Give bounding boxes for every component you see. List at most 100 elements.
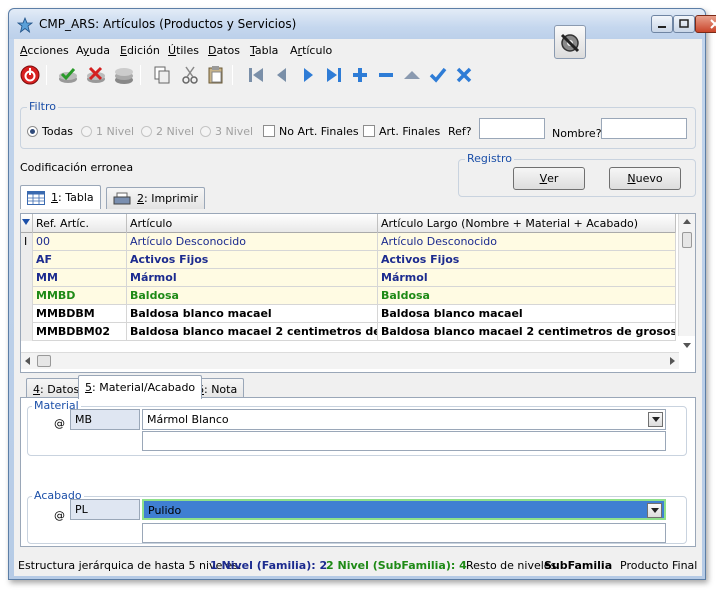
post-record-button[interactable] [426, 63, 450, 87]
menu-datos[interactable]: Datos [208, 44, 240, 57]
cell-articulo-largo[interactable]: Activos Fijos [378, 251, 676, 269]
table-row[interactable]: I 00 Artículo Desconocido Artículo Desconoc… [21, 233, 676, 251]
last-icon [327, 68, 341, 82]
row-marker[interactable]: I [21, 233, 33, 251]
cell-articulo[interactable]: Baldosa [127, 287, 378, 305]
cell-ref[interactable]: 00 [33, 233, 127, 251]
cell-articulo[interactable]: Artículo Desconocido [127, 233, 378, 251]
menu-tabla[interactable]: Tabla [250, 44, 278, 57]
nombre-input[interactable] [601, 118, 687, 139]
table-row[interactable]: MMBD Baldosa Baldosa [21, 287, 676, 305]
acabado-code-field[interactable]: PL [70, 499, 140, 520]
table-row[interactable]: AF Activos Fijos Activos Fijos [21, 251, 676, 269]
accept-record-button[interactable] [56, 63, 80, 87]
title-bar[interactable]: CMP_ARS: Artículos (Productos y Servicio… [9, 9, 716, 39]
previous-record-button[interactable] [270, 63, 294, 87]
config-tool-button[interactable] [554, 25, 586, 59]
row-marker[interactable] [21, 251, 33, 269]
header-ref[interactable]: Ref. Artíc. [33, 214, 127, 233]
edit-record-button[interactable] [400, 63, 424, 87]
chevron-down-icon[interactable] [648, 412, 663, 427]
cut-button[interactable] [178, 63, 202, 87]
cancel-edit-button[interactable] [452, 63, 476, 87]
chevron-down-icon[interactable] [647, 503, 662, 518]
cell-articulo-largo[interactable]: Artículo Desconocido [378, 233, 676, 251]
sort-indicator[interactable] [21, 214, 33, 233]
close-button[interactable] [695, 15, 716, 33]
cell-ref[interactable]: MMBD [33, 287, 127, 305]
grid-hscrollbar[interactable] [21, 352, 679, 369]
scroll-up-icon[interactable] [679, 214, 695, 228]
radio-2-nivel[interactable] [141, 126, 152, 137]
exit-button[interactable] [18, 63, 42, 87]
table-row[interactable]: MM Mármol Mármol [21, 269, 676, 287]
radio-1-nivel-label: 1 Nivel [96, 125, 135, 138]
cell-ref[interactable]: MM [33, 269, 127, 287]
menu-bar: Acciones Ayuda Edición Útiles Datos Tabl… [14, 25, 702, 61]
menu-edicion[interactable]: Edición [120, 44, 160, 57]
scroll-down-icon[interactable] [679, 338, 695, 352]
material-code-field[interactable]: MB [70, 409, 140, 430]
row-marker[interactable] [21, 269, 33, 287]
maximize-button[interactable] [673, 15, 695, 33]
cell-articulo[interactable]: Mármol [127, 269, 378, 287]
header-articulo-largo[interactable]: Artículo Largo (Nombre + Material + Acab… [378, 214, 676, 233]
row-marker[interactable] [21, 305, 33, 323]
add-record-button[interactable] [348, 63, 372, 87]
row-marker[interactable] [21, 323, 33, 341]
menu-articulo[interactable]: Artículo [290, 44, 332, 57]
scroll-left-icon[interactable] [21, 353, 35, 369]
tab-material-acabado[interactable]: 5: Material/Acabado [78, 375, 203, 399]
delete-record-button[interactable] [374, 63, 398, 87]
row-marker[interactable] [21, 287, 33, 305]
cell-articulo-largo[interactable]: Baldosa blanco macael 2 centimetros de g… [378, 323, 676, 341]
table-row[interactable]: MMBDBM02 Baldosa blanco macael 2 centimet… [21, 323, 676, 341]
minimize-button[interactable] [651, 15, 673, 33]
first-record-button[interactable] [244, 63, 268, 87]
cancel-record-button[interactable] [84, 63, 108, 87]
coins-stack-icon [115, 68, 133, 84]
tab-tabla[interactable]: 1: Tabla [20, 185, 101, 209]
minimize-icon [658, 26, 666, 28]
table-row[interactable]: MMBDBM Baldosa blanco macael Baldosa blanc… [21, 305, 676, 323]
radio-1-nivel[interactable] [81, 126, 92, 137]
cell-articulo[interactable]: Baldosa blanco macael [127, 305, 378, 323]
radio-todas[interactable] [27, 126, 38, 137]
filtro-legend: Filtro [27, 100, 58, 113]
paste-button[interactable] [204, 63, 228, 87]
header-articulo[interactable]: Artículo [127, 214, 378, 233]
cell-articulo-largo[interactable]: Baldosa blanco macael [378, 305, 676, 323]
menu-ayuda[interactable]: Ayuda [76, 44, 110, 57]
next-record-button[interactable] [296, 63, 320, 87]
menu-acciones[interactable]: Acciones [20, 44, 69, 57]
scroll-right-icon[interactable] [665, 353, 679, 369]
art-finales-checkbox[interactable] [363, 125, 375, 137]
ver-button[interactable]: Ver [513, 167, 585, 190]
cell-articulo-largo[interactable]: Baldosa [378, 287, 676, 305]
vscroll-thumb[interactable] [682, 232, 692, 248]
cancel-stack-icon [87, 66, 105, 83]
material-select[interactable]: Mármol Blanco [142, 409, 666, 430]
cell-ref[interactable]: MMBDBM02 [33, 323, 127, 341]
cell-articulo[interactable]: Activos Fijos [127, 251, 378, 269]
ref-input[interactable] [479, 118, 545, 139]
no-art-finales-checkbox[interactable] [263, 125, 275, 137]
table-icon [27, 190, 45, 205]
records-button[interactable] [112, 63, 136, 87]
tab-imprimir[interactable]: 2: Imprimir [106, 187, 206, 209]
material-extra-field[interactable] [142, 431, 666, 451]
maximize-icon [679, 19, 689, 28]
last-record-button[interactable] [322, 63, 346, 87]
menu-utiles[interactable]: Útiles [168, 44, 199, 57]
acabado-extra-field[interactable] [142, 523, 666, 543]
copy-button[interactable] [150, 63, 174, 87]
hscroll-thumb[interactable] [37, 355, 51, 367]
cell-ref[interactable]: MMBDBM [33, 305, 127, 323]
cell-articulo-largo[interactable]: Mármol [378, 269, 676, 287]
cell-articulo[interactable]: Baldosa blanco macael 2 centimetros de g… [127, 323, 378, 341]
acabado-select[interactable]: Pulido [142, 499, 666, 520]
radio-3-nivel[interactable] [200, 126, 211, 137]
cell-ref[interactable]: AF [33, 251, 127, 269]
nuevo-button[interactable]: Nuevo [609, 167, 681, 190]
grid-vscrollbar[interactable] [678, 214, 695, 348]
